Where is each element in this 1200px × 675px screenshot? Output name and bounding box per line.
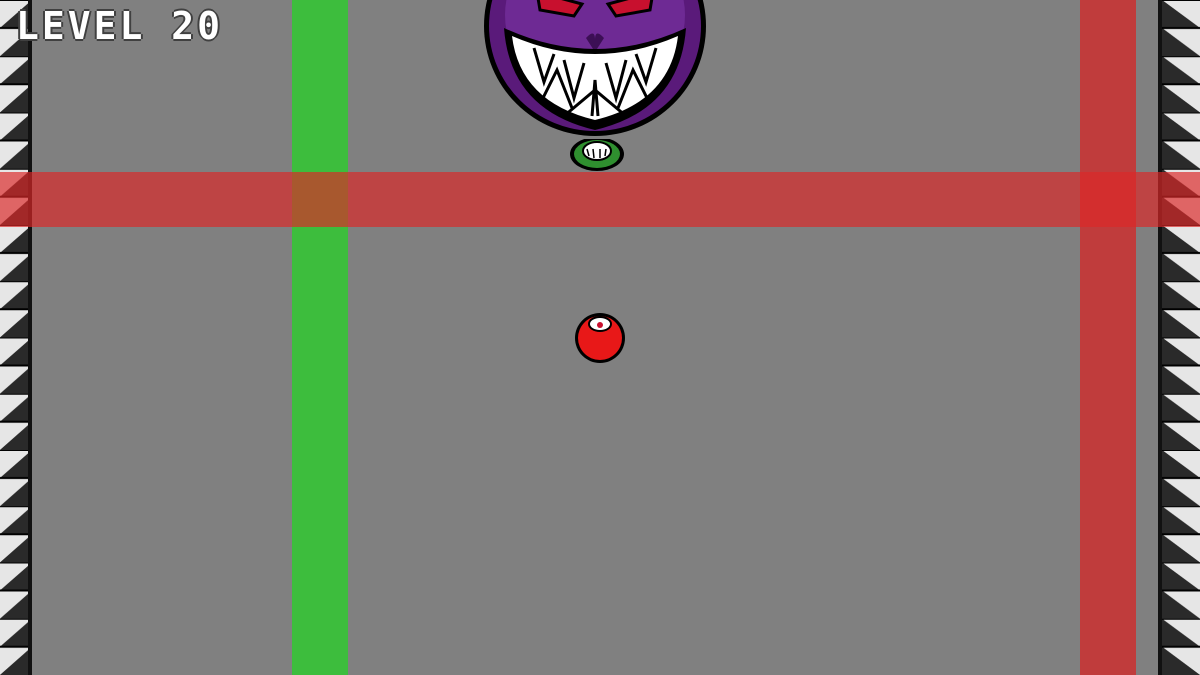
boss-orb-sprite	[484, 0, 706, 136]
red-horizontal-beam	[0, 172, 1200, 227]
left-spike-wall	[0, 0, 32, 675]
level-indicator: LEVEL 20	[16, 4, 224, 48]
red-vertical-beam	[1080, 0, 1136, 675]
green-minion-orb	[570, 139, 624, 171]
right-spike-wall	[1158, 0, 1200, 675]
player-red-ball[interactable]	[574, 312, 626, 364]
game-stage[interactable]: LEVEL 20	[0, 0, 1200, 675]
green-vertical-beam	[292, 0, 348, 675]
